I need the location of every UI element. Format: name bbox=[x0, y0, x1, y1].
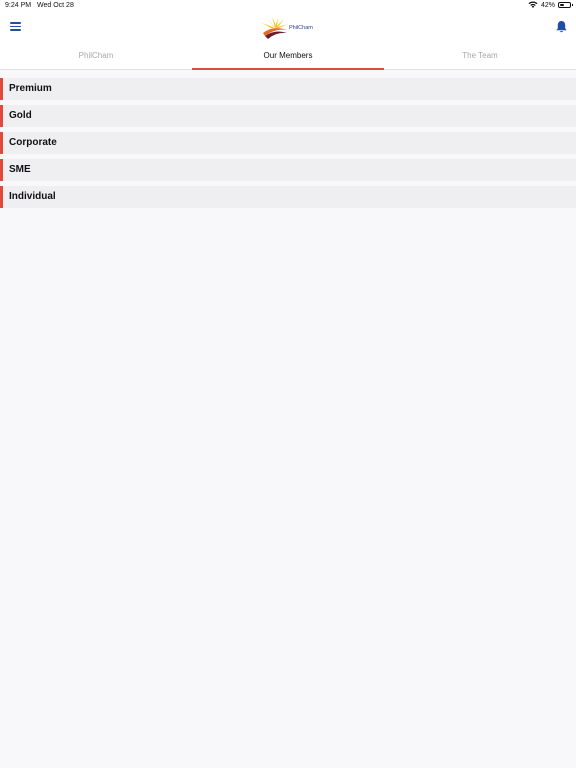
bell-icon[interactable] bbox=[555, 20, 568, 34]
sun-logo-icon bbox=[262, 16, 288, 39]
logo-text: PhilCham bbox=[289, 25, 313, 31]
member-category-label: SME bbox=[9, 164, 31, 175]
row-accent-bar bbox=[0, 186, 3, 208]
member-category-label: Gold bbox=[9, 110, 32, 121]
battery-fill bbox=[560, 4, 564, 6]
philcham-logo: PhilCham bbox=[261, 16, 321, 40]
member-category-sme[interactable]: SME bbox=[0, 159, 576, 181]
wifi-icon bbox=[528, 1, 538, 8]
battery-percent: 42% bbox=[540, 1, 555, 9]
status-time: 9:24 PM bbox=[5, 2, 32, 9]
row-accent-bar bbox=[0, 78, 3, 100]
status-indicators: 42% bbox=[528, 1, 573, 9]
member-category-label: Corporate bbox=[9, 137, 57, 148]
app-screen: 9:24 PM Wed Oct 28 42% PhilCham PhilCham… bbox=[0, 0, 576, 768]
tab-the-team[interactable]: The Team bbox=[384, 44, 576, 70]
member-category-label: Individual bbox=[9, 191, 56, 202]
member-category-gold[interactable]: Gold bbox=[0, 105, 576, 127]
member-category-individual[interactable]: Individual bbox=[0, 186, 576, 208]
battery-tip bbox=[571, 4, 573, 6]
row-accent-bar bbox=[0, 105, 3, 127]
nav-bar: PhilCham bbox=[0, 12, 576, 44]
active-tab-indicator bbox=[192, 68, 384, 70]
row-accent-bar bbox=[0, 132, 3, 154]
status-bar: 9:24 PM Wed Oct 28 42% bbox=[0, 0, 576, 12]
tab-bar: PhilCham Our Members The Team bbox=[0, 44, 576, 70]
row-accent-bar bbox=[0, 159, 3, 181]
member-category-premium[interactable]: Premium bbox=[0, 78, 576, 100]
battery-icon bbox=[558, 2, 573, 8]
member-category-list: Premium Gold Corporate SME Individual bbox=[0, 78, 576, 213]
status-date: Wed Oct 28 bbox=[37, 2, 74, 9]
tab-philcham[interactable]: PhilCham bbox=[0, 44, 192, 70]
member-category-label: Premium bbox=[9, 83, 52, 94]
tab-our-members[interactable]: Our Members bbox=[192, 44, 384, 70]
member-category-corporate[interactable]: Corporate bbox=[0, 132, 576, 154]
hamburger-menu-icon[interactable] bbox=[10, 22, 22, 32]
